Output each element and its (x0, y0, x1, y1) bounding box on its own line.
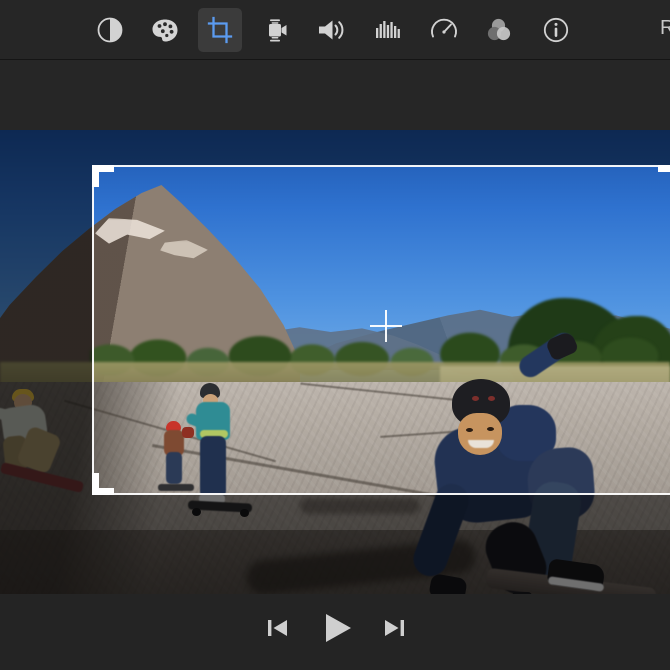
main-skater-smile (468, 440, 494, 448)
truncated-right-label: R (660, 17, 670, 39)
rider-mid-glove (182, 427, 194, 438)
main-skater-eye (487, 427, 494, 431)
color-balance-icon[interactable] (88, 8, 132, 52)
playback-toolbar (0, 594, 670, 670)
next-frame-button[interactable] (380, 612, 408, 644)
adjustments-toolbar: R (0, 0, 670, 60)
crop-handle-bottom-left[interactable] (92, 473, 114, 495)
info-icon[interactable] (534, 8, 578, 52)
color-correction-icon[interactable] (143, 8, 187, 52)
main-skater-eye (466, 428, 473, 432)
crop-icon[interactable] (198, 8, 242, 52)
clip-filter-icon[interactable] (478, 8, 522, 52)
imovie-crop-window: R rop to Fill Ken Burns (0, 0, 670, 670)
helmet-vent (472, 396, 479, 401)
rider-far-legs (166, 452, 182, 484)
play-button[interactable] (318, 607, 358, 649)
crop-dim-top (0, 130, 670, 166)
rider-mid-legs (200, 436, 226, 498)
crop-dim-bottom (0, 494, 670, 594)
crop-handle-top-right[interactable] (658, 165, 670, 187)
crop-mode-toolbar: rop to Fill Ken Burns (0, 60, 670, 163)
helmet-vent (488, 396, 495, 401)
rider-far-skateboard (158, 484, 194, 491)
stabilization-icon[interactable] (254, 8, 298, 52)
volume-icon[interactable] (310, 8, 354, 52)
crop-dim-left (0, 166, 93, 494)
speed-icon[interactable] (422, 8, 466, 52)
previous-frame-button[interactable] (264, 612, 292, 644)
video-preview[interactable] (0, 130, 670, 594)
noise-reduction-icon[interactable] (366, 8, 410, 52)
main-skater-face (458, 413, 502, 455)
crop-handle-top-left[interactable] (92, 165, 114, 187)
